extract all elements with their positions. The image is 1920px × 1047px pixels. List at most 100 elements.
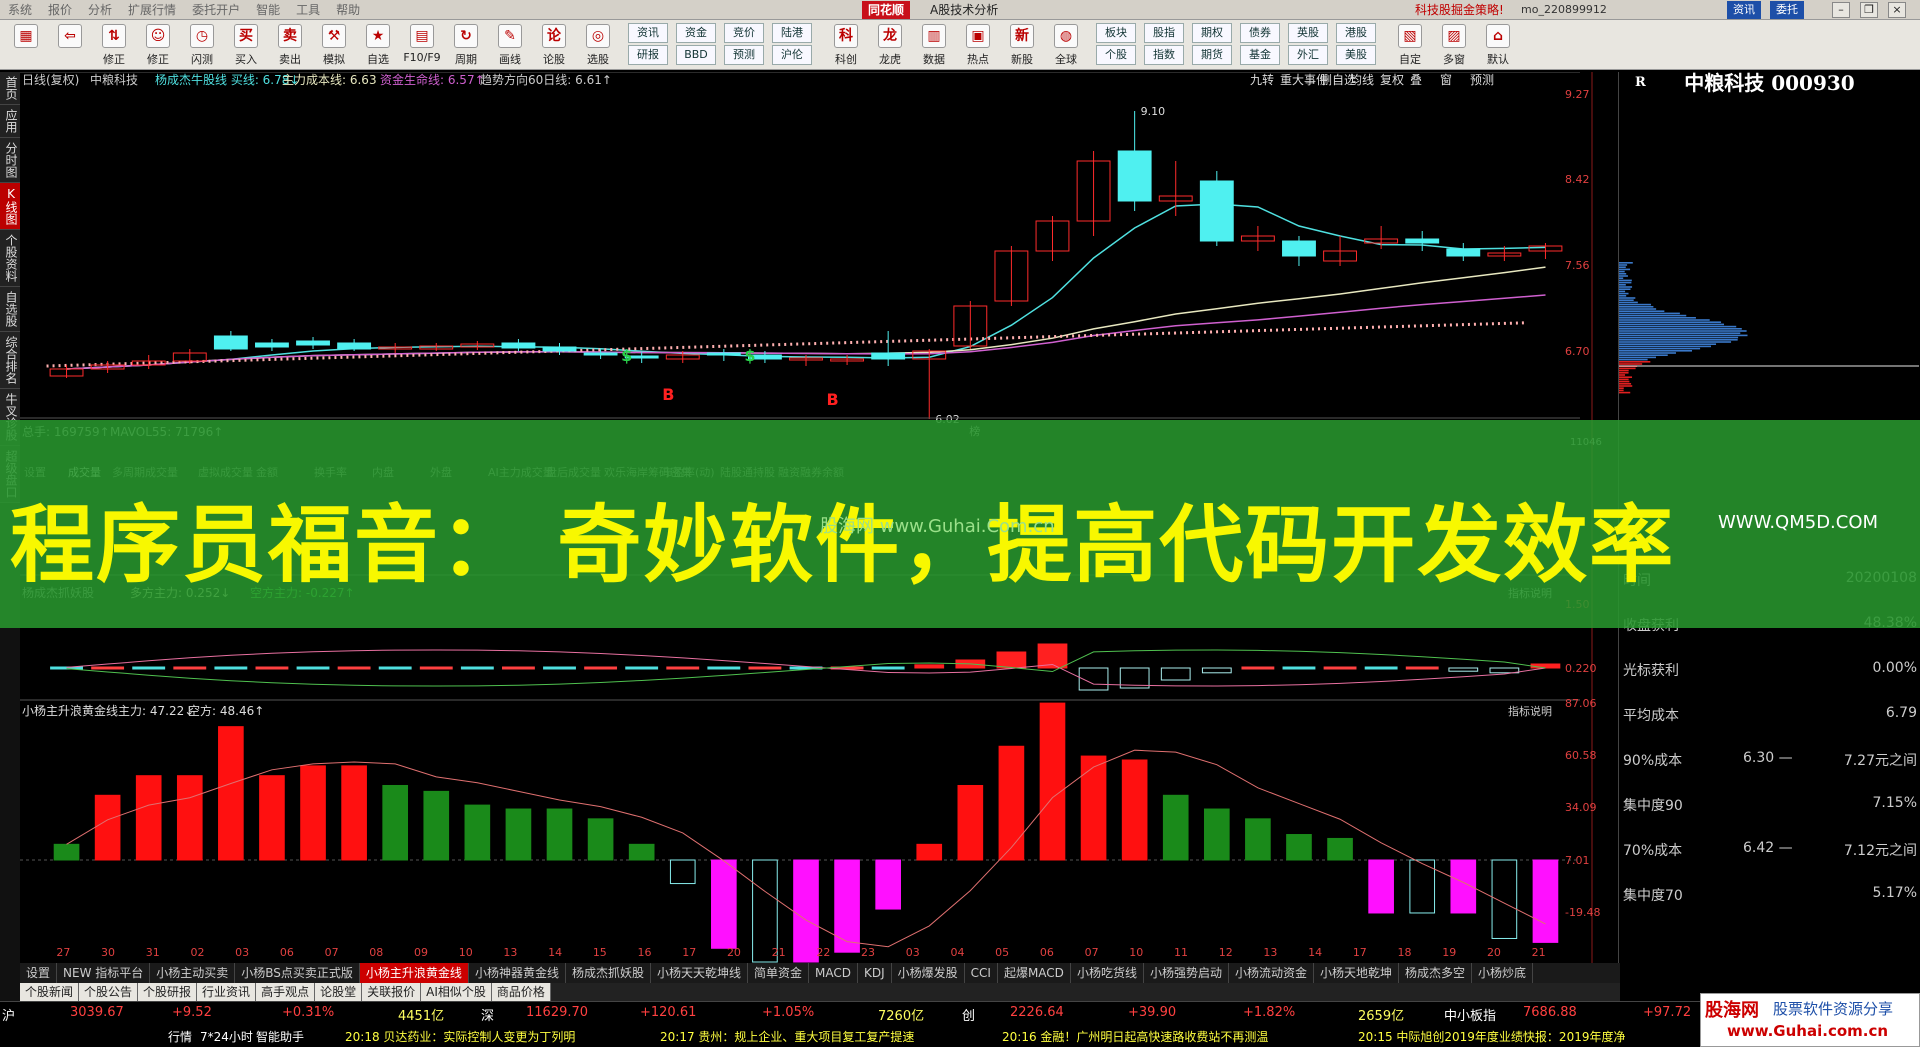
tool-button-5-bottom[interactable]: 美股	[1336, 45, 1376, 65]
side-tab-6[interactable]: 综合排名	[0, 332, 20, 389]
kline-button-0[interactable]: 九转	[1250, 72, 1274, 87]
smile-tool[interactable]: ☺ 修正	[138, 22, 178, 68]
news-item-1[interactable]: 20:18 贝达药业：实际控制人变更为丁列明	[345, 1028, 575, 1045]
indicator-tab-6[interactable]: 杨成杰抓妖股	[566, 963, 651, 983]
menu-analysis[interactable]: 分析	[80, 1, 120, 18]
indicator-tab-4[interactable]: 小杨主升浪黄金线	[360, 963, 469, 983]
restore-icon[interactable]: ❐	[1860, 2, 1878, 18]
tool-button-2-top[interactable]: 期权	[1192, 23, 1232, 43]
news-tab-2[interactable]: 个股研报	[138, 983, 197, 1001]
multi-window-tool[interactable]: ▨ 多窗	[1434, 22, 1474, 68]
indicator-tab-9[interactable]: MACD	[809, 963, 858, 983]
indicator-tab-11[interactable]: 小杨爆发股	[892, 963, 965, 983]
news-tab-4[interactable]: 高手观点	[256, 983, 315, 1001]
period-tool[interactable]: ↻ 周期	[446, 22, 486, 68]
hammer-tool[interactable]: ⚒ 模拟	[314, 22, 354, 68]
status-assistant[interactable]: 智能助手	[256, 1028, 304, 1045]
kline-button-5[interactable]: 叠	[1410, 73, 1422, 87]
back-arrow-tool[interactable]: ⇦	[50, 22, 90, 68]
new-stock-tool[interactable]: 新新股	[1002, 22, 1042, 68]
close-icon[interactable]: ×	[1888, 2, 1906, 18]
up-down-tool[interactable]: ⇅ 修正	[94, 22, 134, 68]
promo-link[interactable]: 科技股掘金策略!	[1415, 0, 1504, 20]
news-tab-0[interactable]: 个股新闻	[20, 983, 79, 1001]
tool-button-1-bottom[interactable]: BBD	[676, 45, 716, 65]
side-tab-5[interactable]: 自选股	[0, 287, 20, 332]
side-tab-0[interactable]: 首页	[0, 72, 20, 105]
sell-tool[interactable]: 卖卖出	[270, 22, 310, 68]
tool-button-2-bottom[interactable]: 预测	[724, 45, 764, 65]
indicator-tab-3[interactable]: 小杨BS点买卖正式版	[235, 963, 360, 983]
side-tab-1[interactable]: 应用	[0, 105, 20, 138]
clock-tool[interactable]: ◷ 闪测	[182, 22, 222, 68]
kline-button-7[interactable]: 预测	[1470, 73, 1494, 87]
custom-tool[interactable]: ▧ 自定	[1390, 22, 1430, 68]
news-tab-7[interactable]: AI相似个股	[421, 983, 492, 1001]
news-tab-5[interactable]: 论股堂	[315, 983, 362, 1001]
account-id[interactable]: mo_220899912	[1521, 0, 1607, 20]
indicator-tab-2[interactable]: 小杨主动买卖	[150, 963, 235, 983]
indicator-tab-1[interactable]: NEW 指标平台	[57, 963, 150, 983]
status-quote[interactable]: 行情	[168, 1028, 192, 1045]
side-tab-2[interactable]: 分时图	[0, 138, 20, 183]
golden-help-button[interactable]: 指标说明	[1508, 704, 1552, 718]
side-tab-4[interactable]: 个股资料	[0, 230, 20, 287]
news-item-4[interactable]: 20:15 中际旭创2019年度业绩快报：2019年度净	[1358, 1028, 1625, 1045]
hotspot-tool[interactable]: ▣ 热点	[958, 22, 998, 68]
draw-tool[interactable]: ✎ 画线	[490, 22, 530, 68]
indicator-tab-19[interactable]: 小杨炒底	[1472, 963, 1533, 983]
indicator-tab-12[interactable]: CCI	[965, 963, 998, 983]
menu-trade[interactable]: 委托开户	[184, 1, 248, 18]
news-tab-1[interactable]: 个股公告	[79, 983, 138, 1001]
menu-quote[interactable]: 报价	[40, 1, 80, 18]
tool-button-4-top[interactable]: 英股	[1288, 23, 1328, 43]
indicator-tab-10[interactable]: KDJ	[858, 963, 892, 983]
tool-button-3-top[interactable]: 债券	[1240, 23, 1280, 43]
tool-button-3-top[interactable]: 陆港	[772, 23, 812, 43]
indicator-tab-14[interactable]: 小杨吃货线	[1071, 963, 1144, 983]
kline-button-3[interactable]: 均线	[1350, 73, 1374, 87]
trade-button[interactable]: 委托	[1770, 1, 1804, 19]
data-tool[interactable]: ▥ 数据	[914, 22, 954, 68]
tool-button-3-bottom[interactable]: 沪伦	[772, 45, 812, 65]
news-item-2[interactable]: 20:17 贵州：规上企业、重大项目复工复产提速	[660, 1028, 914, 1045]
indicator-tab-15[interactable]: 小杨强势启动	[1144, 963, 1229, 983]
tool-button-0-top[interactable]: 板块	[1096, 23, 1136, 43]
kline-button-4[interactable]: 复权	[1380, 73, 1404, 87]
tool-button-1-top[interactable]: 股指	[1144, 23, 1184, 43]
f10-tool[interactable]: ▤ F10/F9	[402, 22, 442, 68]
tool-button-2-bottom[interactable]: 期货	[1192, 45, 1232, 65]
dragon-tiger-tool[interactable]: 龙龙虎	[870, 22, 910, 68]
menu-system[interactable]: 系统	[0, 1, 40, 18]
news-tab-6[interactable]: 关联报价	[362, 983, 421, 1001]
home-tool[interactable]: ⌂ 默认	[1478, 22, 1518, 68]
tool-button-2-top[interactable]: 竞价	[724, 23, 764, 43]
tool-button-4-bottom[interactable]: 外汇	[1288, 45, 1328, 65]
menu-smart[interactable]: 智能	[248, 1, 288, 18]
stock-pick-tool[interactable]: ◎ 选股	[578, 22, 618, 68]
stock-discussion-tool[interactable]: 论论股	[534, 22, 574, 68]
news-tab-3[interactable]: 行业资讯	[197, 983, 256, 1001]
indicator-tab-18[interactable]: 杨成杰多空	[1399, 963, 1472, 983]
indicator-tab-16[interactable]: 小杨流动资金	[1229, 963, 1314, 983]
menu-extended[interactable]: 扩展行情	[120, 1, 184, 18]
kechuang-tool[interactable]: 科科创	[826, 22, 866, 68]
buy-tool[interactable]: 买买入	[226, 22, 266, 68]
indicator-tab-0[interactable]: 设置	[20, 963, 57, 983]
refresh-label[interactable]: R	[1635, 72, 1646, 94]
windows-tool[interactable]: ▦	[6, 22, 46, 68]
tool-button-0-bottom[interactable]: 个股	[1096, 45, 1136, 65]
indicator-tab-7[interactable]: 小杨天天乾坤线	[651, 963, 748, 983]
news-tab-8[interactable]: 商品价格	[492, 983, 551, 1001]
tool-button-3-bottom[interactable]: 基金	[1240, 45, 1280, 65]
tool-button-0-bottom[interactable]: 研报	[628, 45, 668, 65]
tool-button-5-top[interactable]: 港股	[1336, 23, 1376, 43]
news-item-3[interactable]: 20:16 金融！广州明日起高快速路收费站不再测温	[1002, 1028, 1268, 1045]
tool-button-1-top[interactable]: 资金	[676, 23, 716, 43]
kline-button-6[interactable]: 窗	[1440, 73, 1452, 87]
self-select-tool[interactable]: ★ 自选	[358, 22, 398, 68]
status-724[interactable]: 7*24小时	[200, 1028, 253, 1045]
side-tab-3[interactable]: K线图	[0, 183, 20, 230]
minimize-icon[interactable]: –	[1832, 2, 1850, 18]
info-button[interactable]: 资讯	[1727, 1, 1761, 19]
